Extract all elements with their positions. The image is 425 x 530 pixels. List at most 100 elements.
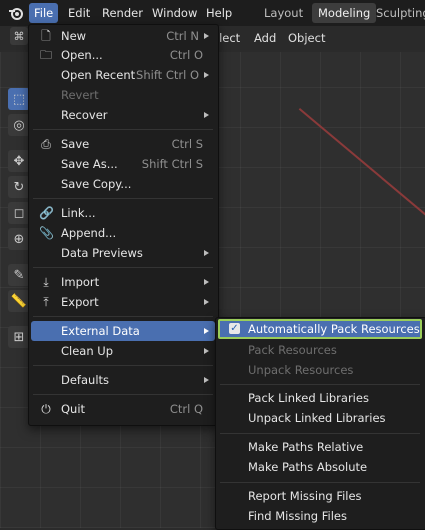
menu-add[interactable]: Add (254, 30, 276, 46)
menu-separator (220, 482, 420, 483)
menu-item-import[interactable]: ⤓ Import (31, 272, 215, 292)
recover-label: Recover (61, 108, 108, 122)
menu-file[interactable]: File (29, 3, 59, 23)
editor-type-icon[interactable]: ⌘ (10, 27, 28, 45)
rotate-icon[interactable]: ↻ (8, 176, 30, 198)
append-label: Append... (61, 226, 117, 240)
menu-item-save[interactable]: ⎙ Save Ctrl S (31, 134, 215, 154)
submenu-arrow-icon (204, 33, 209, 39)
menu-item-make-relative[interactable]: Make Paths Relative (218, 437, 422, 457)
menu-item-pack-resources: Pack Resources (218, 340, 422, 360)
menu-item-auto-pack[interactable]: ✓ Automatically Pack Resources (218, 319, 422, 339)
submenu-arrow-icon (204, 72, 209, 78)
checkbox-checked-icon[interactable]: ✓ (229, 323, 240, 334)
power-icon: ⏻ (41, 402, 51, 416)
open-recent-shortcut: Shift Ctrl O (136, 68, 199, 82)
menu-render[interactable]: Render (97, 3, 148, 23)
blender-logo-icon[interactable] (8, 5, 24, 21)
menu-item-append[interactable]: 📎 Append... (31, 223, 215, 243)
menu-separator (33, 267, 213, 268)
menu-item-save-as[interactable]: Save As... Shift Ctrl S (31, 154, 215, 174)
submenu-arrow-icon (204, 112, 209, 118)
save-icon: ⎙ (41, 137, 51, 151)
auto-pack-label: Automatically Pack Resources (248, 322, 420, 336)
menu-item-clean-up[interactable]: Clean Up (31, 341, 215, 361)
annotate-icon[interactable]: ✎ (8, 264, 30, 286)
menu-separator (33, 198, 213, 199)
find-missing-label: Find Missing Files (248, 509, 347, 523)
quit-shortcut: Ctrl Q (169, 402, 203, 416)
measure-icon[interactable]: 📏 (8, 290, 30, 312)
menu-help[interactable]: Help (201, 3, 237, 23)
menu-separator (220, 433, 420, 434)
menu-item-pack-linked[interactable]: Pack Linked Libraries (218, 388, 422, 408)
move-icon[interactable]: ✥ (8, 150, 30, 172)
menu-item-unpack-linked[interactable]: Unpack Linked Libraries (218, 408, 422, 428)
external-data-submenu: ✓ Automatically Pack Resources Pack Reso… (215, 317, 425, 530)
menu-item-revert: Revert (31, 85, 215, 105)
data-previews-label: Data Previews (61, 246, 143, 260)
export-icon: ⤒ (43, 295, 49, 309)
tab-modeling[interactable]: Modeling (312, 3, 377, 23)
menu-item-defaults[interactable]: Defaults (31, 370, 215, 390)
menu-window[interactable]: Window (147, 3, 202, 23)
menu-item-external-data[interactable]: External Data (31, 321, 215, 341)
quit-label: Quit (61, 402, 86, 416)
top-menubar: File Edit Render Window Help Layout Mode… (0, 0, 425, 26)
external-data-label: External Data (61, 324, 140, 338)
defaults-label: Defaults (61, 373, 110, 387)
link-icon: 🔗 (39, 206, 54, 220)
menu-item-save-copy[interactable]: Save Copy... (31, 174, 215, 194)
unpack-linked-label: Unpack Linked Libraries (248, 411, 386, 425)
revert-label: Revert (61, 88, 99, 102)
menu-item-make-absolute[interactable]: Make Paths Absolute (218, 457, 422, 477)
select-box-icon[interactable]: ⬚ (8, 88, 30, 110)
submenu-arrow-icon (204, 279, 209, 285)
tab-sculpting[interactable]: Sculpting (370, 3, 425, 23)
link-label: Link... (61, 206, 96, 220)
submenu-arrow-icon (204, 250, 209, 256)
menu-item-new[interactable]: 🗋 New Ctrl N (31, 26, 215, 46)
menu-item-report-missing[interactable]: Report Missing Files (218, 486, 422, 506)
menu-object[interactable]: Object (288, 30, 325, 46)
submenu-arrow-icon (204, 348, 209, 354)
transform-icon[interactable]: ⊕ (8, 228, 30, 250)
scale-icon[interactable]: ◻ (8, 202, 30, 224)
x-axis-line (298, 108, 425, 239)
open-recent-label: Open Recent (61, 68, 136, 82)
menu-item-data-previews[interactable]: Data Previews (31, 243, 215, 263)
make-relative-label: Make Paths Relative (248, 440, 364, 454)
new-shortcut: Ctrl N (166, 29, 199, 43)
clean-up-label: Clean Up (61, 344, 114, 358)
unpack-resources-label: Unpack Resources (248, 363, 354, 377)
pack-linked-label: Pack Linked Libraries (248, 391, 369, 405)
import-label: Import (61, 275, 100, 289)
folder-icon: 🗀 (39, 48, 52, 62)
submenu-arrow-icon (204, 328, 209, 334)
menu-item-recover[interactable]: Recover (31, 105, 215, 125)
menu-edit[interactable]: Edit (63, 3, 95, 23)
append-icon: 📎 (39, 226, 54, 240)
menu-item-link[interactable]: 🔗 Link... (31, 203, 215, 223)
make-absolute-label: Make Paths Absolute (248, 460, 368, 474)
tab-layout[interactable]: Layout (258, 3, 309, 23)
cursor-icon[interactable]: ◎ (8, 114, 30, 136)
menu-item-find-missing[interactable]: Find Missing Files (218, 506, 422, 526)
report-missing-label: Report Missing Files (248, 489, 362, 503)
menu-separator (33, 394, 213, 395)
menu-separator (33, 129, 213, 130)
pack-resources-label: Pack Resources (248, 343, 337, 357)
menu-item-open[interactable]: 🗀 Open... Ctrl O (31, 45, 215, 65)
menu-item-quit[interactable]: ⏻ Quit Ctrl Q (31, 399, 215, 419)
save-as-label: Save As... (61, 157, 118, 171)
add-cube-icon[interactable]: ⊞ (8, 326, 30, 348)
export-label: Export (61, 295, 99, 309)
save-as-shortcut: Shift Ctrl S (141, 157, 203, 171)
save-label: Save (61, 137, 90, 151)
new-file-icon: 🗋 (41, 29, 51, 43)
file-menu: 🗋 New Ctrl N 🗀 Open... Ctrl O Open Recen… (28, 24, 219, 426)
menu-item-export[interactable]: ⤒ Export (31, 292, 215, 312)
menu-item-open-recent[interactable]: Open Recent Shift Ctrl O (31, 65, 215, 85)
menu-separator (33, 365, 213, 366)
menu-separator (220, 384, 420, 385)
